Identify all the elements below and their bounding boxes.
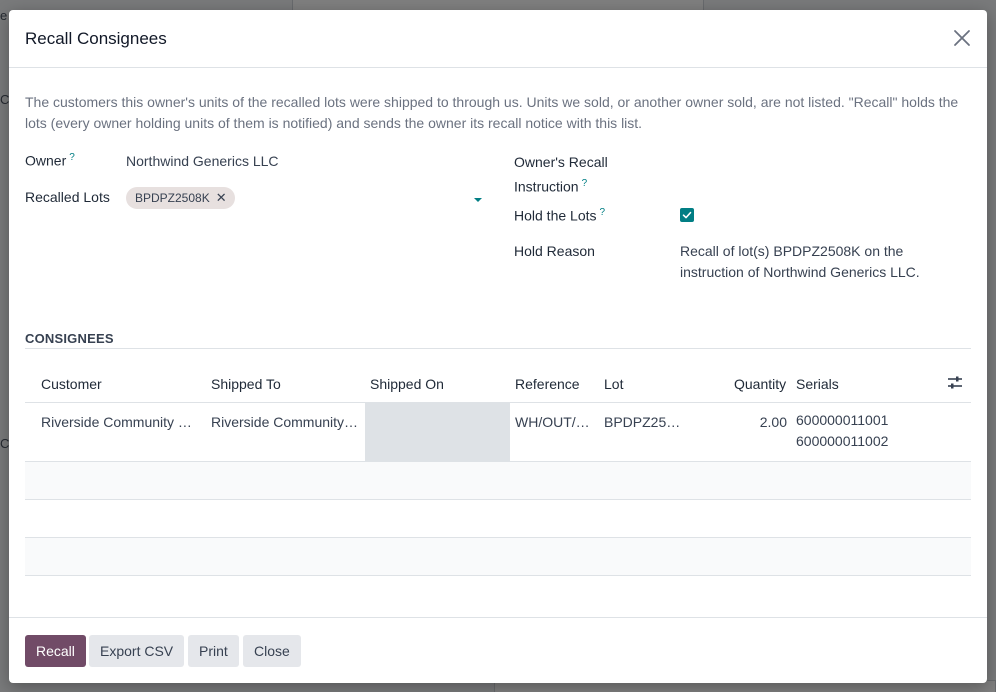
cell-shipped-to: Riverside Community… xyxy=(211,414,359,430)
recalled-lots-label: Recalled Lots xyxy=(25,189,110,205)
dialog-title: Recall Consignees xyxy=(25,29,167,48)
section-divider xyxy=(25,348,971,349)
recall-button[interactable]: Recall xyxy=(25,635,86,667)
consignees-table: Customer Shipped To Shipped On Reference… xyxy=(25,365,971,576)
dialog-header: Recall Consignees xyxy=(9,10,987,68)
owner-value: Northwind Generics LLC xyxy=(126,153,279,169)
hold-reason-label: Hold Reason xyxy=(514,243,595,259)
consignees-section-title: CONSIGNEES xyxy=(25,331,114,346)
recall-consignees-dialog: Recall Consignees The customers this own… xyxy=(9,10,987,683)
print-button[interactable]: Print xyxy=(188,635,239,667)
dialog-description: The customers this owner's units of the … xyxy=(25,94,959,131)
help-icon[interactable]: ? xyxy=(582,178,588,189)
table-row-empty xyxy=(25,500,971,538)
column-header-reference[interactable]: Reference xyxy=(515,376,580,392)
export-csv-button[interactable]: Export CSV xyxy=(89,635,185,667)
help-icon[interactable]: ? xyxy=(69,152,75,163)
table-row-empty xyxy=(25,538,971,576)
cell-customer: Riverside Community … xyxy=(41,414,192,430)
column-header-serials[interactable]: Serials xyxy=(796,376,839,392)
recalled-lot-tag: BPDPZ2508K ✕ xyxy=(126,187,235,209)
cell-serials: 600000011001 600000011002 xyxy=(796,412,889,449)
column-header-shipped-to[interactable]: Shipped To xyxy=(211,376,281,392)
remove-tag-icon[interactable]: ✕ xyxy=(216,187,227,209)
column-header-customer[interactable]: Customer xyxy=(41,376,102,392)
table-header: Customer Shipped To Shipped On Reference… xyxy=(25,365,971,403)
column-header-lot[interactable]: Lot xyxy=(604,376,623,392)
cell-quantity: 2.00 xyxy=(759,414,787,430)
hold-lots-label: Hold the Lots? xyxy=(514,207,606,224)
dialog-footer: Recall Export CSV Print Close xyxy=(9,617,987,683)
help-icon[interactable]: ? xyxy=(600,207,606,218)
close-button[interactable]: Close xyxy=(243,635,301,667)
hold-lots-checkbox[interactable] xyxy=(680,208,694,222)
owner-label: Owner? xyxy=(25,152,75,169)
hold-reason-value[interactable]: Recall of lot(s) BPDPZ2508K on the instr… xyxy=(680,241,960,283)
cell-reference: WH/OUT/… xyxy=(515,414,590,430)
cell-lot: BPDPZ25… xyxy=(604,414,681,430)
column-header-shipped-on[interactable]: Shipped On xyxy=(370,376,444,392)
table-row-empty xyxy=(25,462,971,500)
recalled-lots-dropdown-icon[interactable] xyxy=(474,198,482,202)
shipped-on-cell[interactable] xyxy=(365,403,510,461)
optional-columns-icon[interactable] xyxy=(947,375,963,391)
tag-label: BPDPZ2508K xyxy=(135,191,210,205)
owner-recall-instruction-label: Owner's Recall Instruction? xyxy=(514,154,608,195)
close-icon[interactable] xyxy=(951,27,973,49)
column-header-quantity[interactable]: Quantity xyxy=(734,376,786,392)
table-row[interactable]: Riverside Community … Riverside Communit… xyxy=(25,403,971,462)
